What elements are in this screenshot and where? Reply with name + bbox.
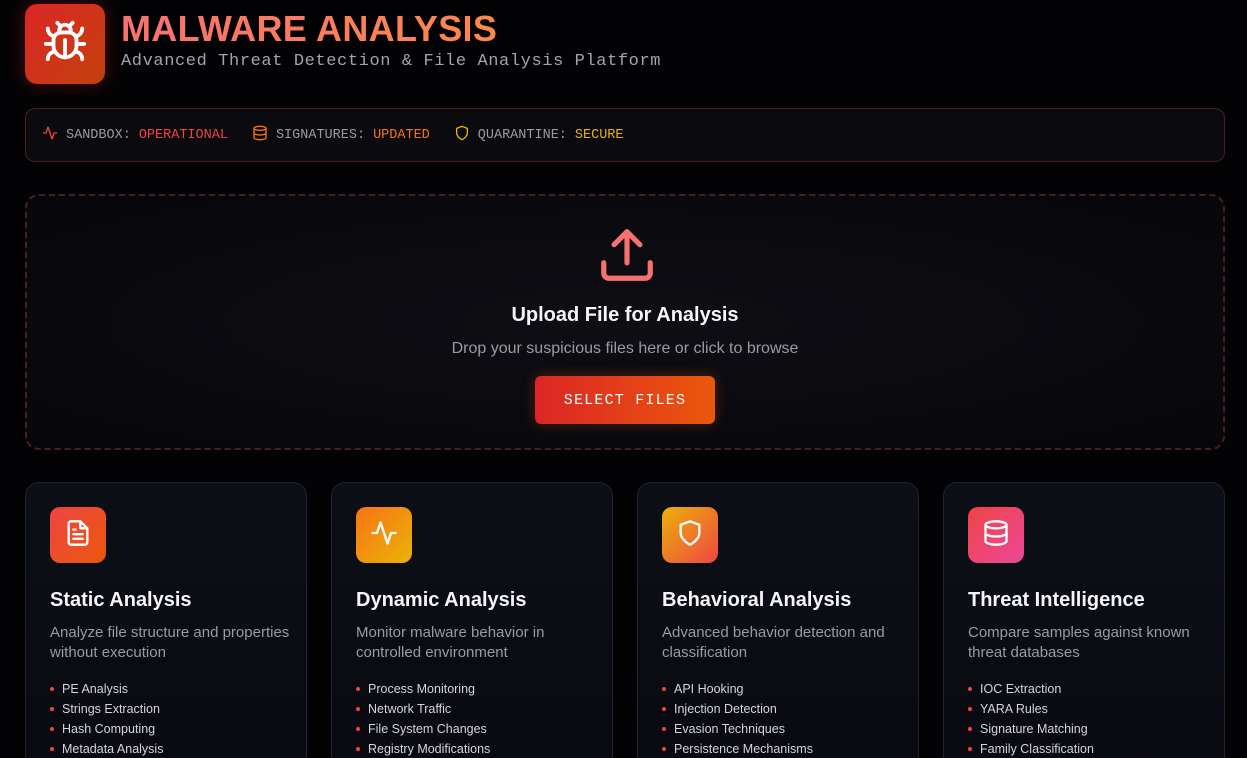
list-item: API Hooking <box>662 679 813 699</box>
bullet <box>356 747 360 751</box>
status-key: SIGNATURES: <box>275 127 366 143</box>
list-item-label: Process Monitoring <box>368 682 475 696</box>
list-item-label: PE Analysis <box>62 682 129 696</box>
card-threat-intelligence[interactable]: Threat Intelligence Compare samples agai… <box>943 482 1225 758</box>
bullet <box>50 727 54 731</box>
bullet <box>356 687 360 691</box>
list-item: Evasion Techniques <box>662 719 813 739</box>
list-item: Hash Computing <box>50 719 163 739</box>
status-bar: SANDBOX: OPERATIONAL SIGNATURES: UPDATED… <box>25 108 1225 162</box>
card-behavioral-analysis[interactable]: Behavioral Analysis Advanced behavior de… <box>637 482 919 758</box>
card-description: Compare samples against known threat dat… <box>968 624 1190 661</box>
bullet <box>968 687 972 691</box>
card-description: Advanced behavior detection and classifi… <box>662 624 885 661</box>
card-feature-list: IOC Extraction YARA Rules Signature Matc… <box>968 679 1094 758</box>
bullet <box>662 747 666 751</box>
bullet <box>968 747 972 751</box>
status-sandbox: SANDBOX: OPERATIONAL <box>42 125 228 146</box>
list-item-label: File System Changes <box>368 722 487 736</box>
database-icon <box>982 519 1010 552</box>
bullet <box>50 707 54 711</box>
list-item: Signature Matching <box>968 719 1094 739</box>
list-item-label: Registry Modifications <box>368 742 491 756</box>
activity-icon <box>42 125 66 146</box>
bullet <box>356 707 360 711</box>
logo[interactable] <box>25 4 105 84</box>
upload-description: Drop your suspicious files here or click… <box>451 340 799 357</box>
shield-icon <box>676 519 704 552</box>
shield-icon <box>454 125 478 146</box>
status-value: SECURE <box>574 127 624 143</box>
upload-icon <box>596 224 658 291</box>
list-item: Persistence Mechanisms <box>662 739 813 758</box>
list-item-label: Strings Extraction <box>62 702 160 716</box>
card-dynamic-analysis[interactable]: Dynamic Analysis Monitor malware behavio… <box>331 482 613 758</box>
list-item-label: Evasion Techniques <box>674 722 785 736</box>
list-item: IOC Extraction <box>968 679 1094 699</box>
list-item-label: Family Classification <box>980 742 1094 756</box>
card-static-analysis[interactable]: Static Analysis Analyze file structure a… <box>25 482 307 758</box>
card-description: Monitor malware behavior in controlled e… <box>356 624 545 661</box>
list-item-label: Metadata Analysis <box>62 742 164 756</box>
select-files-button[interactable]: SELECT FILES <box>535 376 715 424</box>
list-item-label: IOC Extraction <box>980 682 1062 696</box>
card-title: Dynamic Analysis <box>356 589 527 611</box>
bullet <box>662 727 666 731</box>
list-item: Metadata Analysis <box>50 739 163 758</box>
list-item-label: Hash Computing <box>62 722 156 736</box>
list-item-label: Signature Matching <box>980 722 1088 736</box>
upload-dropzone[interactable]: Upload File for Analysis Drop your suspi… <box>25 194 1225 450</box>
status-quarantine: QUARANTINE: SECURE <box>454 125 624 146</box>
status-value: UPDATED <box>373 127 430 143</box>
card-title: Threat Intelligence <box>968 589 1145 611</box>
card-feature-list: API Hooking Injection Detection Evasion … <box>662 679 813 758</box>
list-item-label: Network Traffic <box>368 702 452 716</box>
bullet <box>662 707 666 711</box>
status-key: QUARANTINE: <box>477 127 567 143</box>
header: MALWARE ANALYSIS Advanced Threat Detecti… <box>25 4 661 84</box>
list-item: Family Classification <box>968 739 1094 758</box>
card-icon-container <box>356 507 412 563</box>
status-signatures: SIGNATURES: UPDATED <box>252 125 430 146</box>
app-subtitle: Advanced Threat Detection & File Analysi… <box>121 51 662 71</box>
card-title: Behavioral Analysis <box>662 589 852 611</box>
list-item: YARA Rules <box>968 699 1094 719</box>
card-title: Static Analysis <box>50 589 192 611</box>
bullet <box>968 727 972 731</box>
bullet <box>50 687 54 691</box>
list-item-label: Injection Detection <box>674 702 777 716</box>
activity-icon <box>370 519 398 552</box>
bullet <box>968 707 972 711</box>
card-icon-container <box>662 507 718 563</box>
list-item: Network Traffic <box>356 699 490 719</box>
bug-icon <box>42 19 88 70</box>
database-icon <box>252 125 276 146</box>
status-key: SANDBOX: <box>66 127 131 143</box>
list-item-label: Persistence Mechanisms <box>674 742 813 756</box>
card-feature-list: Process Monitoring Network Traffic File … <box>356 679 490 758</box>
list-item: File System Changes <box>356 719 490 739</box>
list-item-label: API Hooking <box>674 682 744 696</box>
file-text-icon <box>64 519 92 552</box>
bullet <box>662 687 666 691</box>
bullet <box>356 727 360 731</box>
card-feature-list: PE Analysis Strings Extraction Hash Comp… <box>50 679 163 758</box>
app-title: MALWARE ANALYSIS <box>121 8 661 50</box>
status-value: OPERATIONAL <box>138 127 228 143</box>
card-description: Analyze file structure and properties wi… <box>50 624 290 661</box>
card-icon-container <box>50 507 106 563</box>
list-item: Registry Modifications <box>356 739 490 758</box>
list-item: Injection Detection <box>662 699 813 719</box>
list-item: PE Analysis <box>50 679 163 699</box>
list-item: Strings Extraction <box>50 699 163 719</box>
bullet <box>50 747 54 751</box>
list-item: Process Monitoring <box>356 679 490 699</box>
upload-title: Upload File for Analysis <box>511 304 739 326</box>
list-item-label: YARA Rules <box>980 702 1048 716</box>
card-icon-container <box>968 507 1024 563</box>
